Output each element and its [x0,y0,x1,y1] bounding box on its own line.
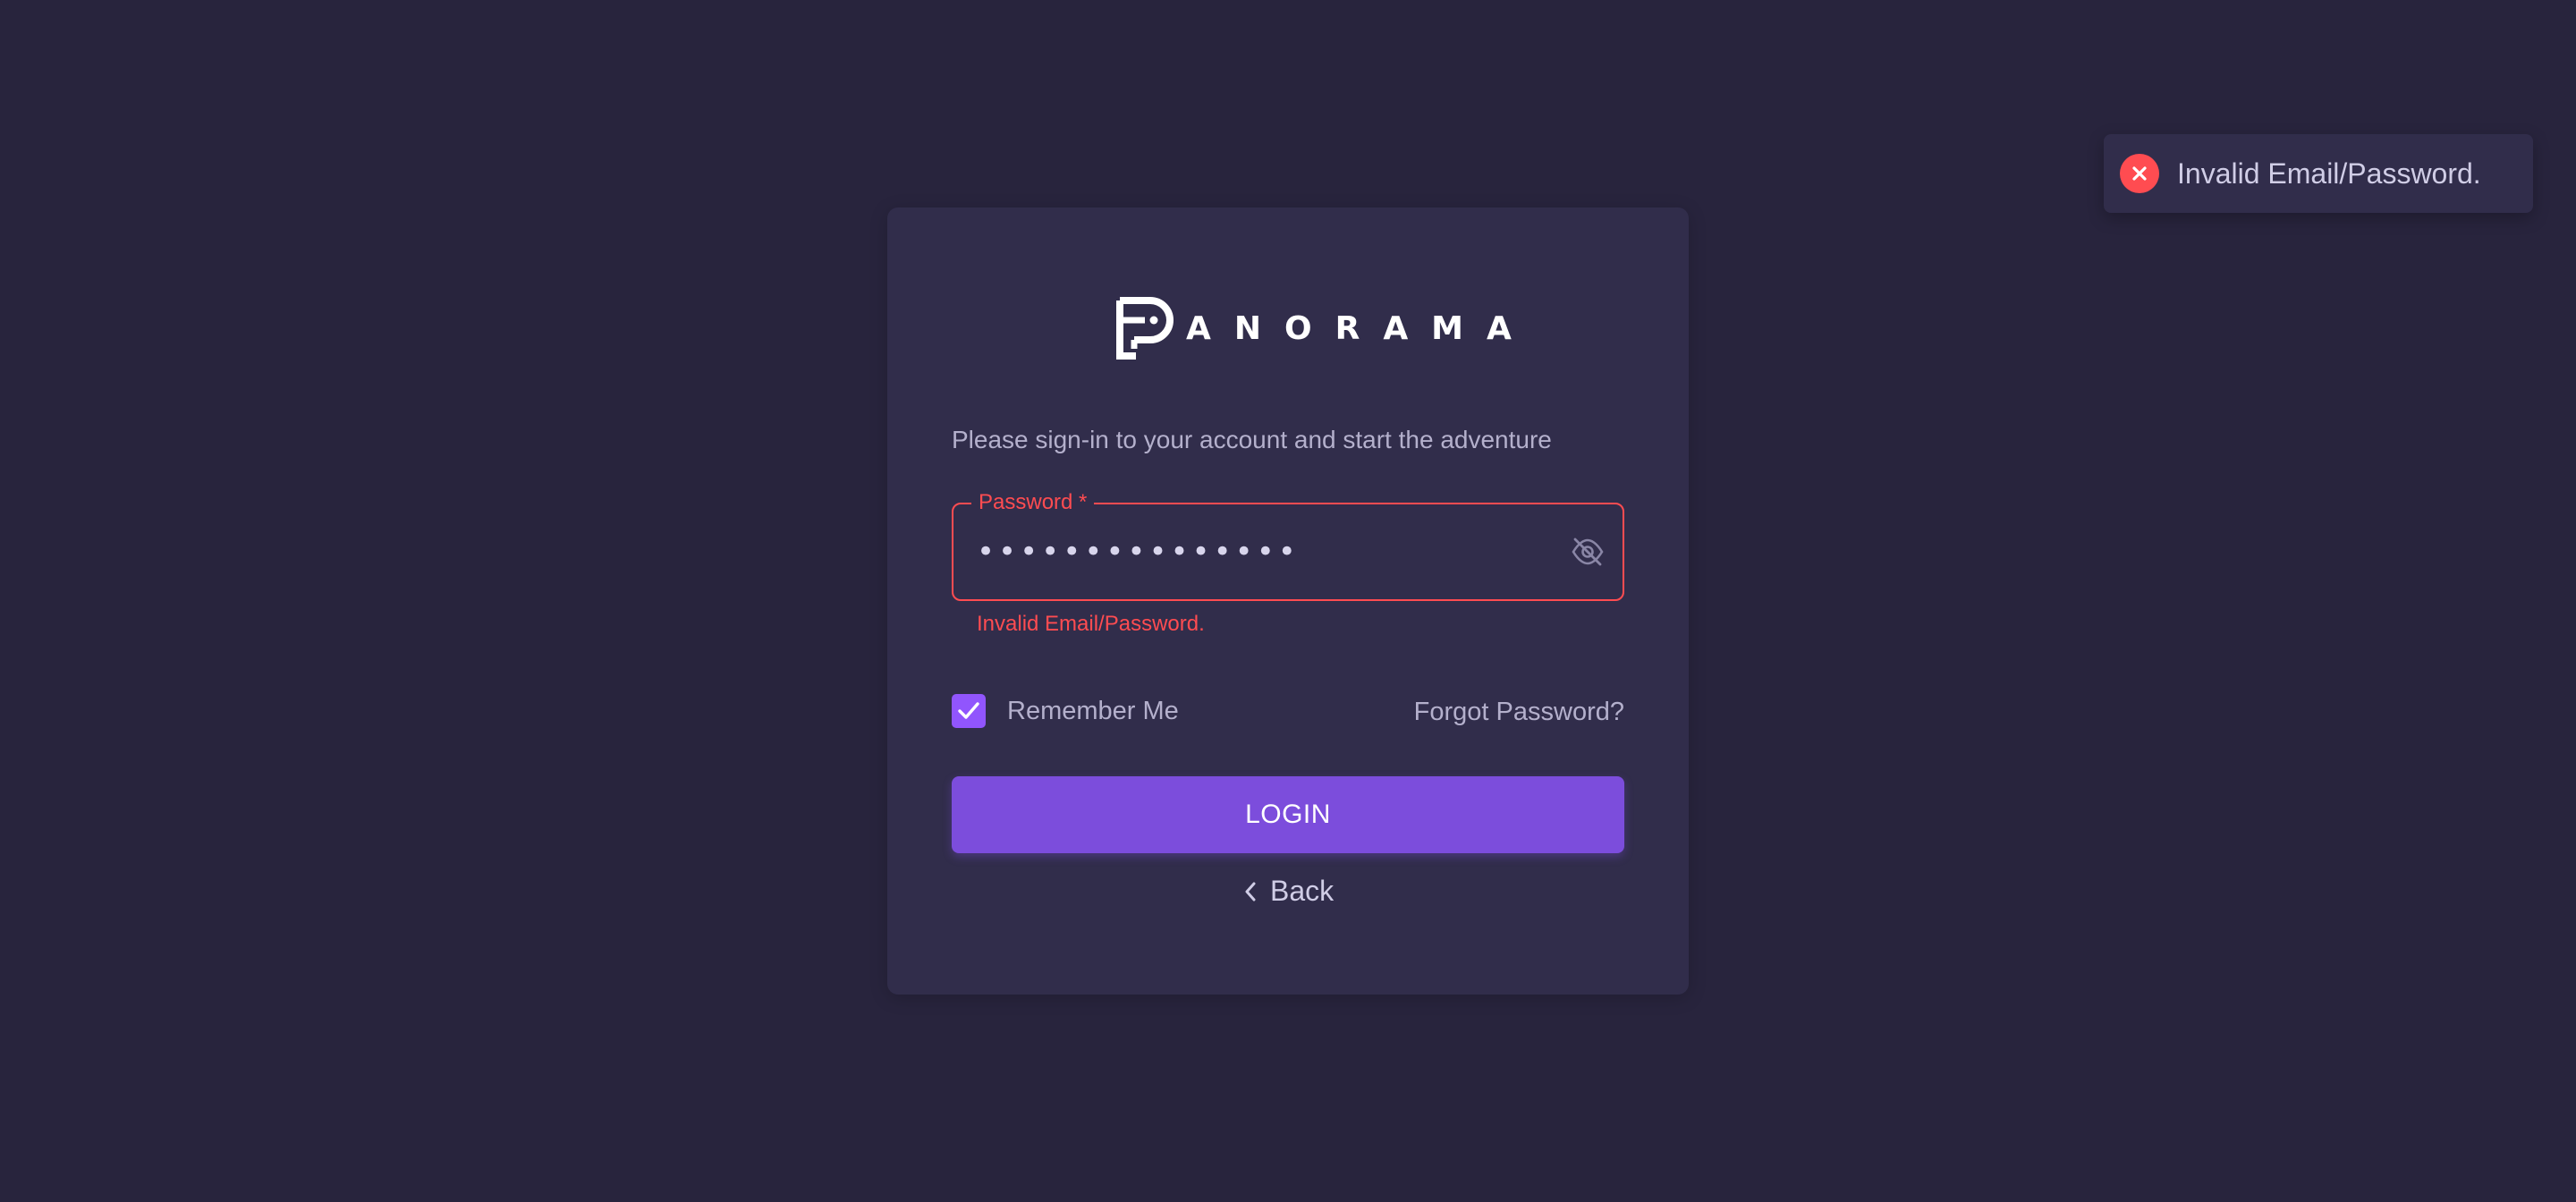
chevron-left-icon [1245,882,1256,901]
checkbox-checked-icon[interactable] [952,694,986,728]
close-circle-icon[interactable] [2120,154,2159,193]
back-label[interactable]: Back [1270,875,1334,908]
login-page: Invalid Email/Password. ANORAMA Please s… [0,0,2576,1202]
password-error: Invalid Email/Password. [977,612,1205,636]
brand-logo: ANORAMA [1114,297,1535,360]
password-label: Password * [971,490,1095,515]
error-toast: Invalid Email/Password. [2104,134,2533,213]
login-subtitle: Please sign-in to your account and start… [952,426,1552,453]
forgot-password-link[interactable]: Forgot Password? [1414,698,1624,727]
login-button[interactable]: LOGIN [952,776,1624,853]
panorama-logo-icon [1116,297,1174,360]
eye-off-icon[interactable] [1571,537,1605,567]
remember-me-checkbox[interactable]: Remember Me [952,694,1179,728]
brand-wordmark: ANORAMA [1186,309,1535,347]
password-input[interactable]: ••••••••••••••• [977,531,1300,572]
toast-message: Invalid Email/Password. [2177,157,2481,190]
password-field[interactable]: Password * ••••••••••••••• [952,490,1624,601]
remember-me-label[interactable]: Remember Me [1007,697,1179,726]
back-link[interactable]: Back [1243,875,1334,908]
login-card: ANORAMA Please sign-in to your account a… [887,207,1689,995]
